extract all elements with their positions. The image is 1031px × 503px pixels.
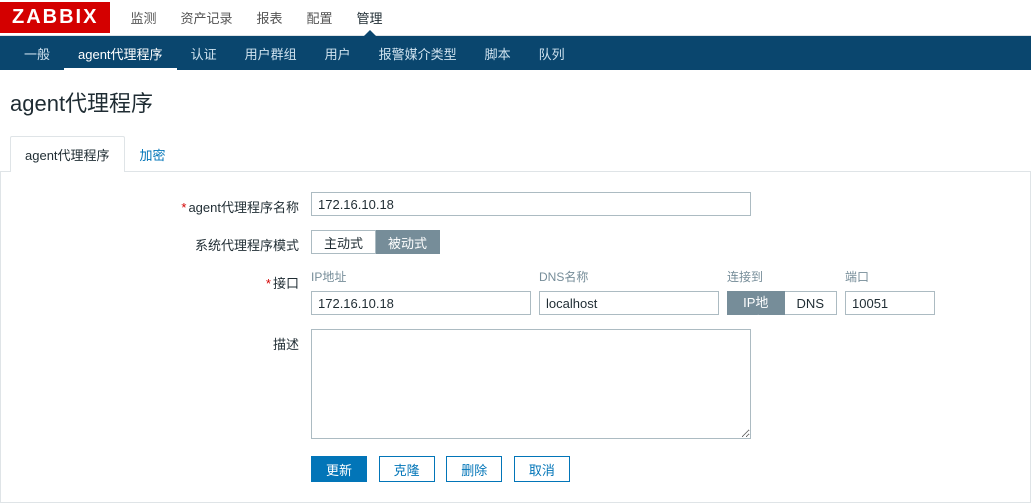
row-description: 描述 xyxy=(11,329,1020,442)
page-title: agent代理程序 xyxy=(0,70,1031,136)
subnav-item[interactable]: 认证 xyxy=(177,36,231,71)
header-port: 端口 xyxy=(845,268,935,285)
proxy-mode-option[interactable]: 被动式 xyxy=(376,230,440,254)
tab-item[interactable]: 加密 xyxy=(125,136,181,172)
top-menu-item[interactable]: 资产记录 xyxy=(168,0,244,35)
subnav-item[interactable]: 用户群组 xyxy=(231,36,311,71)
logo: ZABBIX xyxy=(0,2,110,33)
cancel-button[interactable]: 取消 xyxy=(514,456,570,482)
label-interface: *接口 xyxy=(11,268,311,292)
top-bar: ZABBIX 监测资产记录报表配置管理 xyxy=(0,0,1031,36)
top-menu-item[interactable]: 管理 xyxy=(345,0,395,35)
input-proxy-name[interactable] xyxy=(311,192,751,216)
button-row: 更新 克隆 删除 取消 xyxy=(11,456,1020,482)
row-interface: *接口 IP地址 DNS名称 连接到 端口 IP地址DNS xyxy=(11,268,1020,315)
input-description[interactable] xyxy=(311,329,751,439)
subnav-item[interactable]: 报警媒介类型 xyxy=(365,36,471,71)
subnav-item[interactable]: 队列 xyxy=(525,36,579,71)
subnav-item[interactable]: 用户 xyxy=(311,36,365,71)
sub-nav: 一般agent代理程序认证用户群组用户报警媒介类型脚本队列 xyxy=(0,36,1031,70)
proxy-mode-group: 主动式被动式 xyxy=(311,230,440,254)
input-interface-dns[interactable] xyxy=(539,291,719,315)
update-button[interactable]: 更新 xyxy=(311,456,367,482)
connect-to-option[interactable]: IP地址 xyxy=(727,291,785,315)
top-menu: 监测资产记录报表配置管理 xyxy=(118,0,394,35)
delete-button[interactable]: 删除 xyxy=(446,456,502,482)
top-menu-item[interactable]: 监测 xyxy=(118,0,168,35)
proxy-mode-option[interactable]: 主动式 xyxy=(311,230,376,254)
interface-header: IP地址 DNS名称 连接到 端口 xyxy=(311,268,1020,285)
header-ip: IP地址 xyxy=(311,268,531,285)
subnav-item[interactable]: agent代理程序 xyxy=(64,36,177,71)
label-description: 描述 xyxy=(11,329,311,353)
interface-row: IP地址DNS xyxy=(311,291,1020,315)
tab-strip: agent代理程序加密 xyxy=(0,136,1031,172)
row-proxy-name: *agent代理程序名称 xyxy=(11,192,1020,216)
top-menu-item[interactable]: 配置 xyxy=(295,0,345,35)
input-interface-ip[interactable] xyxy=(311,291,531,315)
form-panel: *agent代理程序名称 系统代理程序模式 主动式被动式 *接口 IP地址 DN… xyxy=(0,172,1031,503)
header-dns: DNS名称 xyxy=(539,268,719,285)
label-proxy-name: *agent代理程序名称 xyxy=(11,192,311,216)
clone-button[interactable]: 克隆 xyxy=(379,456,435,482)
connect-to-group: IP地址DNS xyxy=(727,291,837,315)
header-connect: 连接到 xyxy=(727,268,837,285)
top-menu-item[interactable]: 报表 xyxy=(244,0,294,35)
input-interface-port[interactable] xyxy=(845,291,935,315)
subnav-item[interactable]: 脚本 xyxy=(471,36,525,71)
tab-item[interactable]: agent代理程序 xyxy=(10,136,125,172)
label-proxy-mode: 系统代理程序模式 xyxy=(11,230,311,254)
connect-to-option[interactable]: DNS xyxy=(785,291,837,315)
interface-table: IP地址 DNS名称 连接到 端口 IP地址DNS xyxy=(311,268,1020,315)
subnav-item[interactable]: 一般 xyxy=(10,36,64,71)
row-proxy-mode: 系统代理程序模式 主动式被动式 xyxy=(11,230,1020,254)
